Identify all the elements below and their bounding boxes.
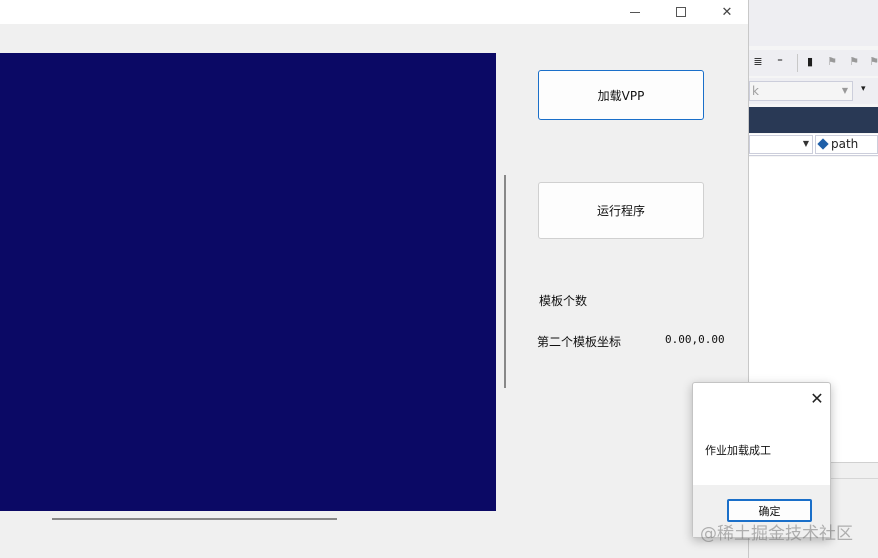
chevron-down-icon: ▼ — [802, 139, 809, 148]
load-vpp-button[interactable]: 加载VPP — [538, 70, 704, 120]
ide-toolbar: ≣ ⁼ ▮ ⚑ ⚑ ⚑ — [749, 50, 878, 76]
ide-path-dropdown[interactable]: path — [815, 135, 878, 154]
toolbar-separator — [797, 54, 798, 72]
ide-member-dropdown[interactable]: ▼ — [749, 135, 813, 154]
next-bookmark-icon[interactable]: ⚑ — [847, 55, 861, 69]
horizontal-scrollbar[interactable] — [52, 518, 337, 520]
ide-tab-bar — [749, 107, 878, 133]
maximize-button[interactable] — [658, 0, 704, 24]
maximize-icon — [676, 7, 686, 17]
field-icon — [817, 138, 829, 150]
uncomment-lines-icon[interactable]: ⁼ — [773, 55, 787, 69]
prev-bookmark-icon[interactable]: ⚑ — [825, 55, 839, 69]
close-icon: ✕ — [810, 388, 824, 408]
clear-bookmark-icon[interactable]: ⚑ — [867, 55, 878, 69]
watermark: @稀土掘金技术社区 — [700, 524, 853, 544]
minimize-icon — [630, 11, 640, 13]
chevron-down-icon: ▼ — [841, 86, 848, 95]
title-bar: ✕ — [0, 0, 749, 24]
close-icon: ✕ — [721, 4, 733, 20]
ide-path-label: path — [831, 137, 859, 151]
window-close-button[interactable]: ✕ — [704, 0, 750, 24]
bookmark-icon[interactable]: ▮ — [803, 55, 817, 69]
ide-combo-row: k ▼ ▾ — [749, 78, 878, 104]
ide-toolbar-combo[interactable]: k ▼ — [749, 81, 853, 101]
toolbar-overflow-icon[interactable]: ▾ — [861, 84, 866, 94]
ide-navigation-bar: ▼ path — [749, 134, 878, 156]
dialog-close-button[interactable]: ✕ — [807, 388, 827, 408]
message-box-dialog: ✕ 作业加载成工 确定 — [692, 382, 831, 538]
app-window: ✕ 加载VPP 运行程序 模板个数 第二个模板坐标 0.00,0.00 — [0, 0, 749, 558]
ide-toolbar-combo-value: k — [752, 84, 759, 98]
second-template-coord-label: 第二个模板坐标 — [537, 335, 622, 349]
second-template-coord-value: 0.00,0.00 — [665, 333, 725, 346]
comment-lines-icon[interactable]: ≣ — [751, 55, 765, 69]
run-program-button[interactable]: 运行程序 — [538, 182, 704, 239]
ide-title-area — [749, 0, 878, 46]
message-text: 作业加载成工 — [705, 444, 771, 457]
minimize-button[interactable] — [612, 0, 658, 24]
image-display-canvas[interactable] — [0, 53, 496, 511]
vertical-scrollbar[interactable] — [504, 175, 506, 388]
template-count-label: 模板个数 — [539, 294, 588, 308]
